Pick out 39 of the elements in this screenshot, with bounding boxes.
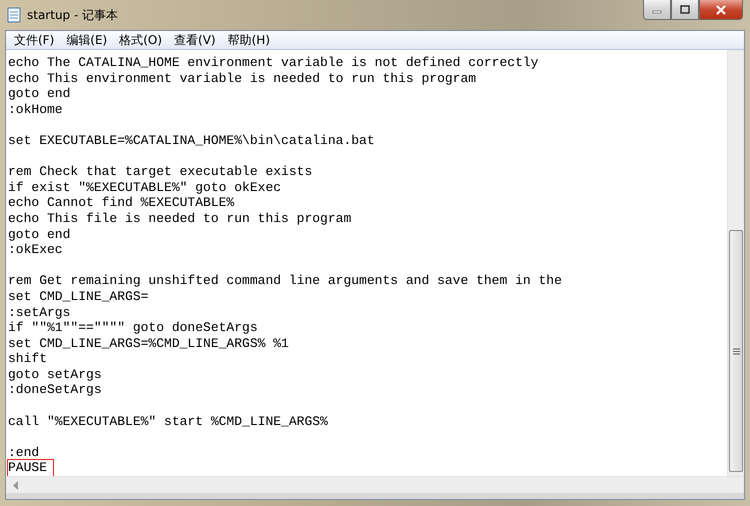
code-line: goto setArgs bbox=[8, 366, 102, 382]
close-icon bbox=[715, 4, 727, 14]
code-line: :doneSetArgs bbox=[8, 382, 102, 398]
scroll-thumb[interactable] bbox=[729, 230, 743, 472]
code-line: shift bbox=[8, 351, 48, 367]
maximize-icon bbox=[680, 5, 690, 14]
menu-item[interactable]: 编辑(E) bbox=[60, 32, 114, 48]
code-line: if exist "%EXECUTABLE%" goto okExec bbox=[8, 180, 282, 196]
code-line: echo The CATALINA_HOME environment variable is not defined correctly bbox=[8, 55, 538, 71]
code-line: rem Get remaining unshifted command line arguments and save them in the bbox=[8, 273, 562, 289]
code-line: :setArgs bbox=[8, 304, 70, 320]
scroll-left-icon[interactable] bbox=[12, 480, 18, 490]
highlighted-code-line: PAUSE bbox=[8, 460, 54, 476]
code-line: echo This file is needed to run this program bbox=[8, 210, 352, 227]
horizontal-scrollbar[interactable] bbox=[6, 476, 744, 493]
minimize-button[interactable] bbox=[643, 0, 671, 20]
code-line: goto end bbox=[8, 86, 70, 102]
code-line: :end bbox=[8, 444, 40, 460]
code-line: set CMD_LINE_ARGS= bbox=[8, 288, 148, 304]
code-line: call "%EXECUTABLE%" start %CMD_LINE_ARGS% bbox=[8, 414, 328, 430]
code-line: echo This environment variable is needed to run this program bbox=[8, 70, 476, 86]
code-line: :okExec bbox=[8, 242, 63, 258]
vertical-scrollbar[interactable] bbox=[727, 50, 744, 476]
code-line: goto end bbox=[8, 226, 70, 242]
code-line: if ""%1""=="""" goto doneSetArgs bbox=[8, 320, 258, 336]
notepad-icon bbox=[7, 7, 21, 23]
code-line: set EXECUTABLE=%CATALINA_HOME%\bin\catalina.bat bbox=[8, 132, 375, 149]
grip-icon bbox=[732, 348, 740, 354]
code-line: rem Check that target executable exists bbox=[8, 164, 312, 180]
menu-item[interactable]: 查看(V) bbox=[168, 32, 222, 48]
code-line: echo Cannot find %EXECUTABLE% bbox=[8, 195, 234, 211]
code-line: set CMD_LINE_ARGS=%CMD_LINE_ARGS% %1 bbox=[8, 336, 289, 352]
close-button[interactable] bbox=[699, 0, 743, 20]
menu-item[interactable]: 帮助(H) bbox=[222, 32, 276, 48]
maximize-button[interactable] bbox=[671, 0, 699, 20]
menu-item[interactable]: 格式(O) bbox=[113, 32, 168, 48]
code-line: :okHome bbox=[8, 102, 63, 118]
menu-item[interactable]: 文件(F) bbox=[8, 32, 60, 48]
window-title: startup - 记事本 bbox=[27, 6, 118, 24]
